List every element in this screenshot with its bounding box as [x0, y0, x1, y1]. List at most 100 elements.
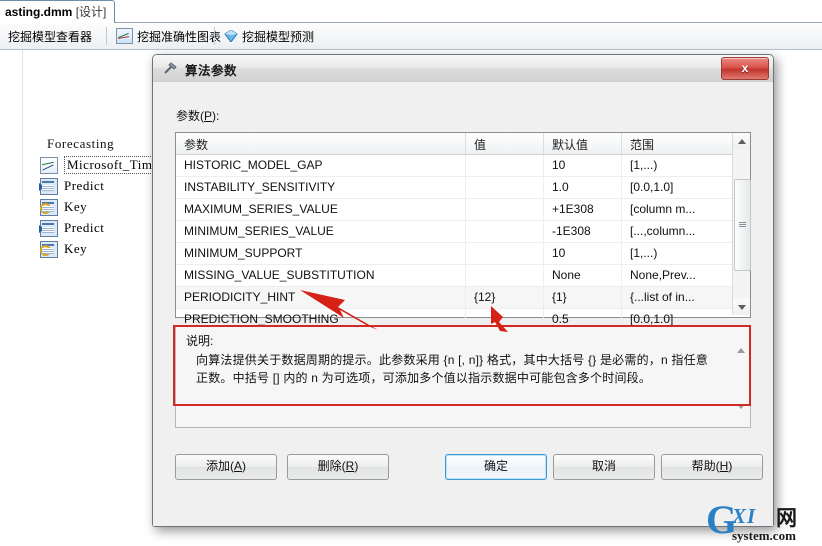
toolbar-separator-2: [214, 27, 215, 45]
watermark-xi: XI: [732, 504, 757, 528]
grid-header-parameter[interactable]: 参数: [176, 133, 466, 154]
table-row[interactable]: MINIMUM_SUPPORT 10 [1,...): [176, 243, 750, 265]
tree-row-predict-1[interactable]: Predict: [39, 176, 105, 196]
tree-row-label: Key: [64, 199, 88, 214]
document-tabstrip: asting.dmm [设计]: [0, 0, 822, 24]
scrollbar-thumb[interactable]: [734, 179, 751, 271]
tree-gutter: [22, 50, 23, 200]
description-panel: 说明: 向算法提供关于数据周期的提示。此参数采用 {n [, n]} 格式，其中…: [175, 326, 751, 428]
grid-vertical-scrollbar[interactable]: [732, 133, 751, 315]
cell-value[interactable]: [466, 177, 544, 198]
dialog-titlebar[interactable]: 算法参数 x: [153, 55, 773, 83]
table-row[interactable]: INSTABILITY_SENSITIVITY 1.0 [0.0,1.0]: [176, 177, 750, 199]
table-row[interactable]: PERIODICITY_HINT {12} {1} {...list of in…: [176, 287, 750, 309]
cell-parameter: INSTABILITY_SENSITIVITY: [176, 177, 466, 198]
tree-row-label: Microsoft_Tim: [64, 156, 156, 174]
parameters-label-pre: 参数(: [176, 109, 204, 123]
cell-value[interactable]: {12}: [466, 287, 544, 308]
cell-value[interactable]: [466, 265, 544, 286]
close-icon[interactable]: x: [721, 57, 769, 80]
cell-parameter: MINIMUM_SERIES_VALUE: [176, 221, 466, 242]
scroll-down-icon[interactable]: [733, 399, 748, 413]
cell-range: [1,...): [630, 158, 658, 172]
description-title: 说明:: [186, 334, 214, 348]
toolbar-item-model-viewer[interactable]: 挖掘模型查看器: [2, 25, 98, 47]
grid-header-default[interactable]: 默认值: [544, 133, 622, 154]
algorithm-parameters-dialog: 算法参数 x 参数(P): 参数 值 默认值 范围 HISTORIC_MODEL…: [152, 54, 774, 527]
help-button[interactable]: 帮助(H): [661, 454, 763, 480]
toolbar-item-label: 挖掘模型查看器: [8, 29, 93, 44]
description-text: 向算法提供关于数据周期的提示。此参数采用 {n [, n]} 格式，其中大括号 …: [196, 353, 708, 385]
cell-range: [...,column...: [630, 224, 696, 238]
scroll-up-icon[interactable]: [733, 343, 748, 357]
cancel-button[interactable]: 取消: [553, 454, 655, 480]
remove-button[interactable]: 删除(R): [287, 454, 389, 480]
dialog-title: 算法参数: [185, 64, 238, 78]
scroll-down-icon[interactable]: [733, 299, 750, 315]
cell-parameter: MINIMUM_SUPPORT: [176, 243, 466, 264]
table-row[interactable]: MAXIMUM_SERIES_VALUE +1E308 [column m...: [176, 199, 750, 221]
document-tab-label: asting.dmm: [5, 5, 76, 19]
ok-button[interactable]: 确定: [445, 454, 547, 480]
cell-range: {...list of in...: [630, 290, 695, 304]
table-row[interactable]: HISTORIC_MODEL_GAP 10 [1,...): [176, 155, 750, 177]
toolbar-item-accuracy-chart[interactable]: 挖掘准确性图表: [110, 25, 227, 47]
remove-button-label: 删除(: [317, 459, 346, 473]
tree-row-label: Predict: [64, 220, 105, 235]
tree-row-predict-2[interactable]: Predict: [39, 218, 105, 238]
cell-default: {1}: [544, 287, 622, 308]
cell-range: [0.0,1.0]: [630, 180, 674, 194]
add-button[interactable]: 添加(A): [175, 454, 277, 480]
add-button-label: 添加(: [205, 459, 234, 473]
table-row[interactable]: MISSING_VALUE_SUBSTITUTION None None,Pre…: [176, 265, 750, 287]
tree-row-key-1[interactable]: Key: [40, 197, 87, 217]
grid-header-row: 参数 值 默认值 范围: [176, 133, 750, 155]
toolbar-item-label: 挖掘准确性图表: [137, 29, 222, 44]
parameters-label-post: ):: [212, 109, 220, 123]
cell-default: 10: [544, 155, 622, 176]
document-tab[interactable]: asting.dmm [设计]: [0, 0, 116, 24]
grid-header-range[interactable]: 范围: [622, 133, 732, 154]
cell-value[interactable]: [466, 243, 544, 264]
tree-row-label: Predict: [64, 178, 105, 193]
cell-parameter: MISSING_VALUE_SUBSTITUTION: [176, 265, 466, 286]
line-chart-icon: [40, 156, 58, 174]
cell-parameter: PERIODICITY_HINT: [176, 287, 466, 308]
add-button-label-post: ): [242, 459, 246, 473]
toolbar-separator-1: [106, 27, 107, 45]
key-icon: [40, 198, 58, 216]
cell-value[interactable]: [466, 199, 544, 220]
chart-icon: [116, 28, 133, 44]
scroll-up-icon[interactable]: [733, 133, 750, 149]
table-row[interactable]: MINIMUM_SERIES_VALUE -1E308 [...,column.…: [176, 221, 750, 243]
grid-header-value[interactable]: 值: [466, 133, 544, 154]
designer-toolbar: 挖掘模型查看器 挖掘准确性图表 挖掘模型预测: [0, 23, 822, 50]
cell-range: None,Prev...: [630, 268, 696, 282]
tree-row-key-2[interactable]: Key: [40, 239, 87, 259]
cell-value[interactable]: [466, 221, 544, 242]
tree-row-label: Key: [64, 241, 88, 256]
diamond-icon: [224, 30, 238, 42]
toolbar-item-model-prediction[interactable]: 挖掘模型预测: [218, 25, 320, 47]
description-scrollbar[interactable]: [733, 329, 748, 424]
toolbar-item-label: 挖掘模型预测: [242, 29, 315, 44]
add-button-accesskey: A: [233, 459, 242, 473]
key-icon: [40, 240, 58, 258]
help-button-label: 帮助(: [691, 459, 720, 473]
cell-parameter: MAXIMUM_SERIES_VALUE: [176, 199, 466, 220]
cell-default: 1.0: [544, 177, 622, 198]
cell-default: -1E308: [544, 221, 622, 242]
cell-default: None: [544, 265, 622, 286]
help-button-label-post: ): [728, 459, 733, 473]
parameters-label-accesskey: P: [204, 109, 213, 123]
watermark: G XI 网 system.com: [706, 500, 822, 546]
parameters-label: 参数(P):: [176, 107, 219, 124]
tree-row-microsoft-time[interactable]: Microsoft_Tim: [40, 155, 156, 175]
tree-title: Forecasting: [47, 136, 115, 151]
watermark-domain: system.com: [732, 528, 796, 543]
cell-value[interactable]: [466, 155, 544, 176]
hammer-icon: [163, 61, 179, 77]
predict-table-icon: [39, 219, 58, 237]
remove-button-label-post: ): [354, 459, 359, 473]
parameters-grid[interactable]: 参数 值 默认值 范围 HISTORIC_MODEL_GAP 10 [1,...…: [175, 132, 751, 331]
